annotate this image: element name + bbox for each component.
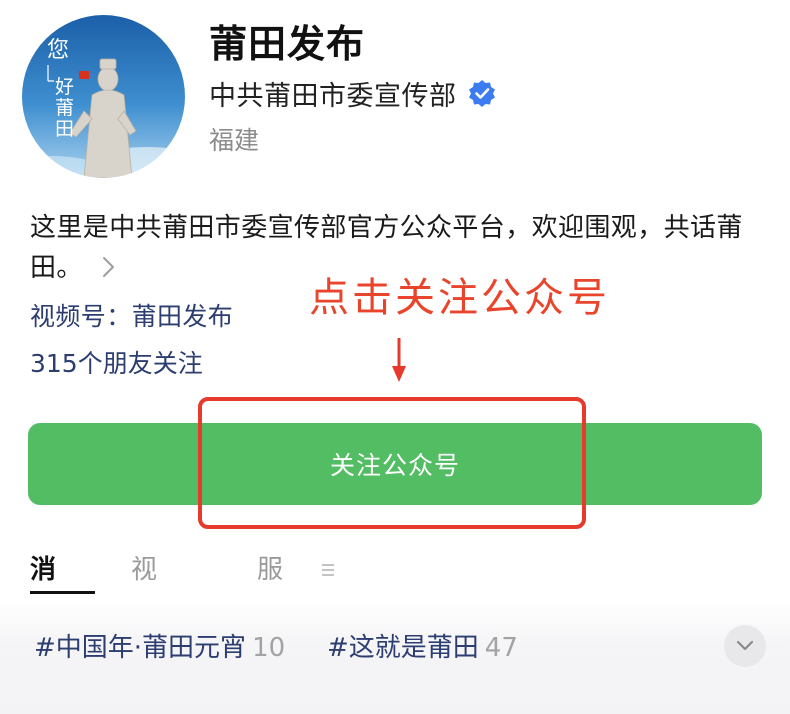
organization-row: 中共莆田市委宣传部 xyxy=(209,72,497,114)
channel-name: 莆田发布 xyxy=(131,302,234,331)
avatar-char: 您 xyxy=(47,38,69,63)
verified-badge-icon[interactable] xyxy=(467,78,497,108)
menu-icon[interactable] xyxy=(321,562,335,578)
chevron-down-icon xyxy=(736,640,754,651)
arrow-down-icon xyxy=(392,338,406,382)
tag-label: #这就是莆田 xyxy=(327,633,479,663)
tag-count: 47 xyxy=(484,633,518,663)
avatar-char: 田 xyxy=(55,118,74,140)
channel-label: 视频号： xyxy=(30,302,132,331)
region-label: 福建 xyxy=(209,126,260,155)
follow-account-button[interactable]: 关注公众号 xyxy=(28,423,762,505)
avatar-image: 您 好 莆 田 xyxy=(22,15,185,178)
active-tab-indicator xyxy=(30,591,95,594)
organization-name: 中共莆田市委宣传部 xyxy=(209,80,457,112)
avatar-char: 好 xyxy=(55,76,74,98)
video-channel-link[interactable]: 视频号：莆田发布 xyxy=(30,297,233,337)
topic-tag[interactable]: #这就是莆田 47 xyxy=(327,628,518,668)
account-avatar[interactable]: 您 好 莆 田 xyxy=(22,15,185,178)
account-name: 莆田发布 xyxy=(209,22,366,66)
chevron-right-icon[interactable] xyxy=(101,256,117,278)
topic-tag[interactable]: #中国年·莆田元宵 10 xyxy=(34,628,285,668)
friends-following[interactable]: 315个朋友关注 xyxy=(30,344,203,384)
expand-tags-button[interactable] xyxy=(724,625,766,667)
tag-count: 10 xyxy=(252,633,286,663)
tag-label: #中国年·莆田元宵 xyxy=(34,633,247,663)
annotation-text: 点击关注公众号 xyxy=(309,275,610,321)
avatar-char: 莆 xyxy=(55,97,74,119)
